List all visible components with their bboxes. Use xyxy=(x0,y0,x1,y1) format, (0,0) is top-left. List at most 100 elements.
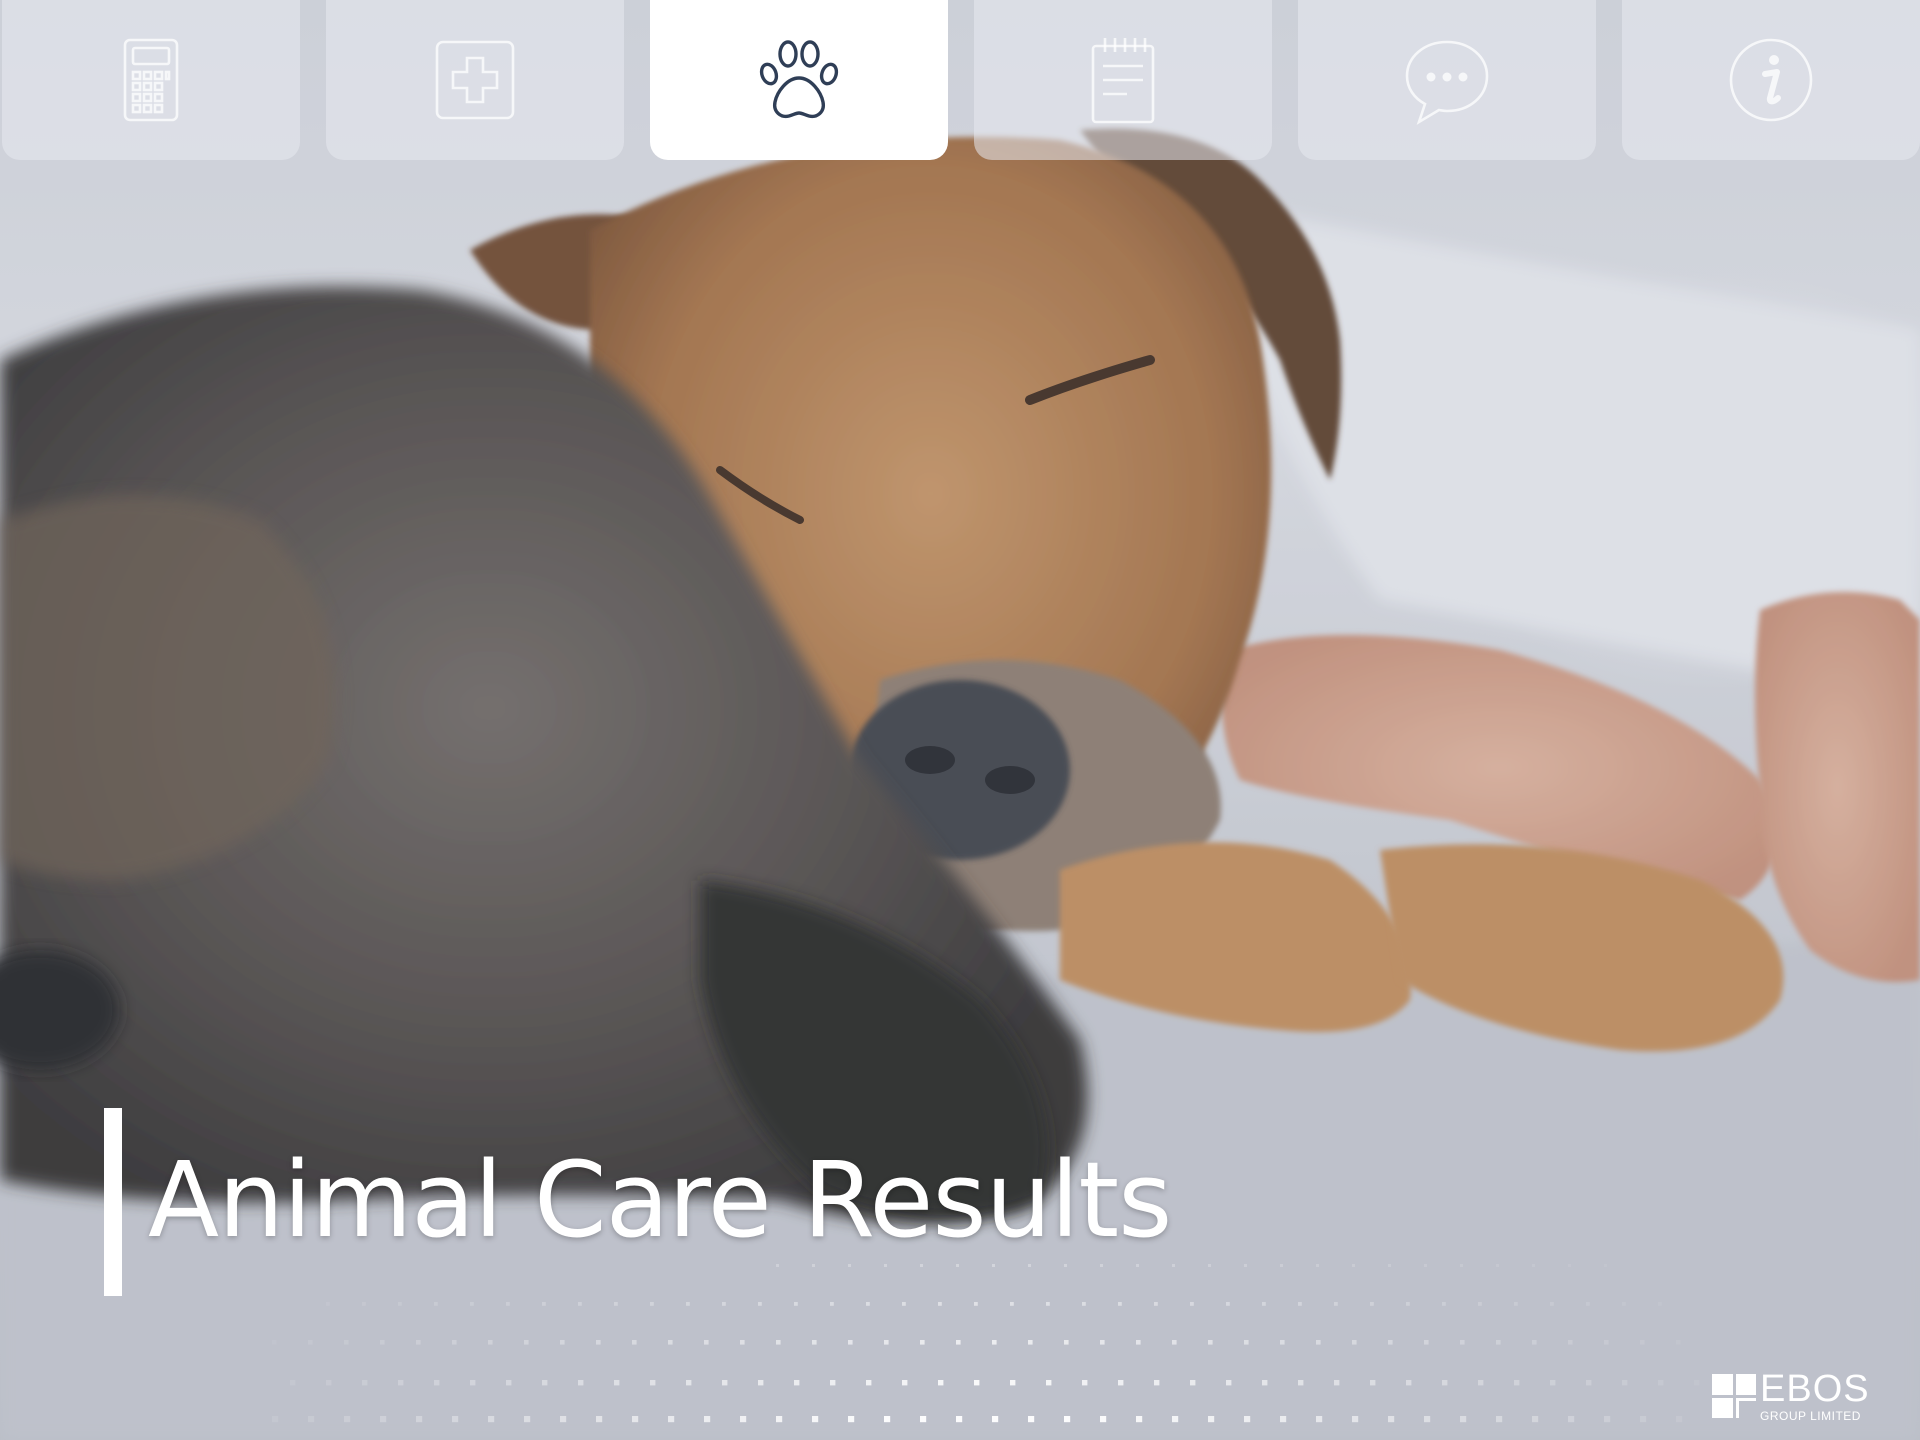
pattern-dot xyxy=(344,1416,351,1423)
pattern-dot xyxy=(704,1416,711,1423)
pattern-dot xyxy=(1208,1416,1215,1423)
pattern-dot xyxy=(614,1380,620,1386)
pattern-dot xyxy=(1280,1416,1287,1423)
pattern-dot xyxy=(884,1340,889,1345)
pattern-dot xyxy=(1496,1416,1503,1423)
pattern-dot xyxy=(632,1340,637,1345)
pattern-dot xyxy=(1244,1340,1249,1345)
pattern-dot xyxy=(1568,1264,1571,1267)
pattern-dot xyxy=(1352,1416,1359,1423)
pattern-dot xyxy=(1100,1264,1103,1267)
pattern-dot xyxy=(524,1340,529,1345)
pattern-dot xyxy=(1658,1380,1664,1386)
pattern-dot xyxy=(1658,1302,1662,1306)
pattern-dot xyxy=(1568,1340,1573,1345)
pattern-dot xyxy=(866,1380,872,1386)
pattern-dot xyxy=(992,1416,999,1423)
pattern-dot xyxy=(434,1380,440,1386)
pattern-dot xyxy=(1604,1416,1611,1423)
pattern-dot xyxy=(1388,1264,1391,1267)
pattern-dot xyxy=(776,1340,781,1345)
pattern-dot xyxy=(1028,1264,1031,1267)
pattern-dot xyxy=(776,1416,783,1423)
pattern-dot xyxy=(542,1302,546,1306)
info-icon xyxy=(1729,38,1813,122)
pattern-dot xyxy=(1424,1340,1429,1345)
pattern-dot xyxy=(1496,1340,1501,1345)
page-title: Animal Care Results xyxy=(148,1139,1172,1261)
tab-notes[interactable] xyxy=(974,0,1272,160)
pattern-dot xyxy=(1154,1380,1160,1386)
pattern-dot xyxy=(686,1380,692,1386)
pattern-dot xyxy=(992,1264,995,1267)
pattern-dot xyxy=(1262,1302,1266,1306)
pattern-dot xyxy=(326,1302,330,1306)
pattern-dot xyxy=(542,1380,548,1386)
pattern-dot xyxy=(1550,1380,1556,1386)
pattern-dot xyxy=(290,1380,296,1386)
pattern-dot xyxy=(272,1416,279,1423)
pattern-dot xyxy=(1478,1302,1482,1306)
pattern-dot xyxy=(344,1340,349,1345)
pattern-dot xyxy=(578,1380,584,1386)
pattern-dot xyxy=(974,1380,980,1386)
tab-info[interactable] xyxy=(1622,0,1920,160)
pattern-dot xyxy=(812,1340,817,1345)
pattern-dot xyxy=(1334,1302,1338,1306)
pattern-dot xyxy=(758,1380,764,1386)
pattern-dot xyxy=(722,1302,726,1306)
pattern-dot xyxy=(1154,1302,1158,1306)
pattern-dot xyxy=(1226,1380,1232,1386)
pattern-dot xyxy=(1586,1380,1592,1386)
pattern-dot xyxy=(1082,1302,1086,1306)
dot-pattern-decoration xyxy=(272,1264,1700,1423)
pattern-dot xyxy=(1604,1340,1609,1345)
pattern-dot xyxy=(848,1264,851,1267)
pattern-dot xyxy=(1388,1416,1395,1423)
pattern-dot xyxy=(1676,1416,1683,1423)
pattern-dot xyxy=(1532,1340,1537,1345)
pattern-dot xyxy=(308,1416,315,1423)
pattern-dot xyxy=(1316,1416,1323,1423)
pattern-dot xyxy=(632,1416,639,1423)
pattern-dot xyxy=(1136,1340,1141,1345)
pattern-dot xyxy=(1334,1380,1340,1386)
pattern-dot xyxy=(560,1340,565,1345)
pattern-dot xyxy=(1496,1264,1499,1267)
tab-calculator[interactable] xyxy=(2,0,300,160)
tab-medical[interactable] xyxy=(326,0,624,160)
tab-chat[interactable] xyxy=(1298,0,1596,160)
pattern-dot xyxy=(722,1380,728,1386)
pattern-dot xyxy=(938,1380,944,1386)
pattern-dot xyxy=(1406,1380,1412,1386)
pattern-dot xyxy=(1478,1380,1484,1386)
pattern-dot xyxy=(992,1340,997,1345)
pattern-dot xyxy=(1370,1302,1374,1306)
pattern-dot xyxy=(650,1380,656,1386)
pattern-dot xyxy=(362,1302,366,1306)
pattern-dot xyxy=(1514,1380,1520,1386)
pattern-dot xyxy=(1316,1264,1319,1267)
pattern-dot xyxy=(866,1302,870,1306)
pattern-dot xyxy=(596,1340,601,1345)
pattern-dot xyxy=(812,1416,819,1423)
pattern-dot xyxy=(758,1302,762,1306)
pattern-dot xyxy=(1298,1380,1304,1386)
pattern-dot xyxy=(488,1340,493,1345)
pattern-dot xyxy=(1604,1264,1607,1267)
pattern-dot xyxy=(1280,1264,1283,1267)
pattern-dot xyxy=(1694,1380,1700,1386)
pattern-dot xyxy=(974,1302,978,1306)
pattern-dot xyxy=(1208,1340,1213,1345)
pattern-dot xyxy=(1064,1340,1069,1345)
tab-animal-care[interactable] xyxy=(650,0,948,160)
pattern-dot xyxy=(1010,1380,1016,1386)
pattern-dot xyxy=(470,1302,474,1306)
pattern-dot xyxy=(1352,1264,1355,1267)
pattern-dot xyxy=(1172,1416,1179,1423)
logo-subtitle: GROUP LIMITED xyxy=(1760,1409,1861,1423)
pattern-dot xyxy=(884,1416,891,1423)
pattern-dot xyxy=(1244,1264,1247,1267)
pattern-dot xyxy=(1280,1340,1285,1345)
pattern-dot xyxy=(1190,1380,1196,1386)
